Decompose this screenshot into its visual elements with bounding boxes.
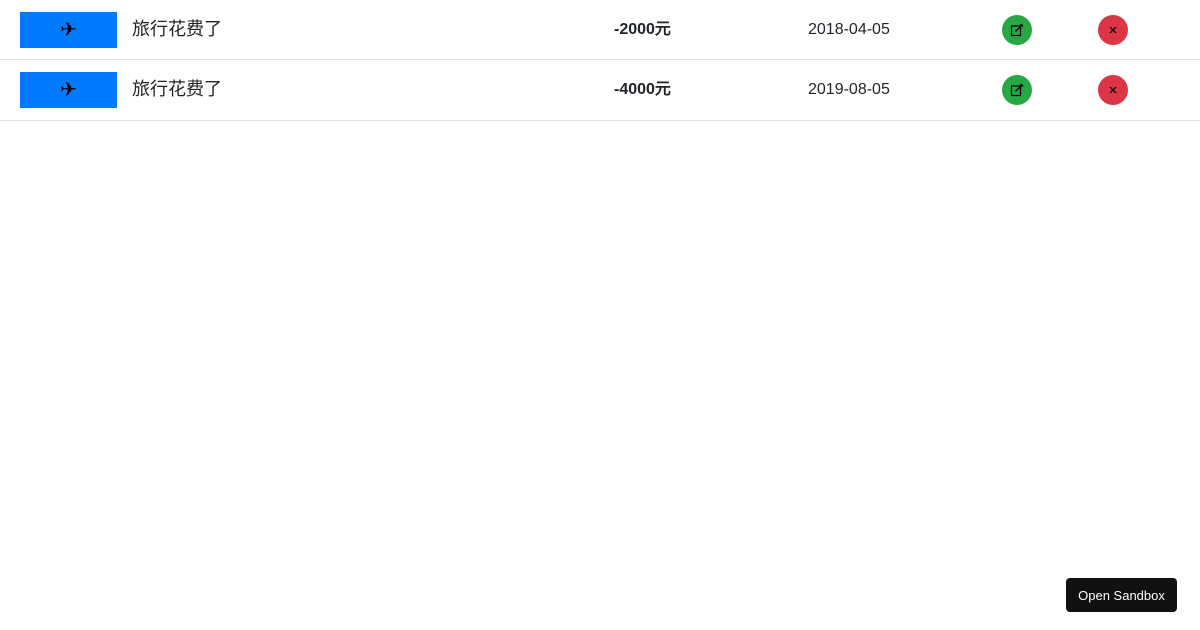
close-icon (1109, 26, 1117, 34)
close-icon (1109, 86, 1117, 94)
edit-icon (1010, 23, 1024, 37)
airplane-icon: ✈ (60, 19, 77, 41)
open-sandbox-button[interactable]: Open Sandbox (1066, 578, 1177, 612)
edit-button[interactable] (1002, 75, 1032, 105)
edit-icon (1010, 83, 1024, 97)
price-list: ✈ 旅行花费了 -2000元 2018-04-05 ✈ 旅行花费了 -4000元… (0, 0, 1200, 121)
item-title: 旅行花费了 (132, 19, 222, 40)
delete-button[interactable] (1098, 15, 1128, 45)
category-button[interactable]: ✈ (20, 12, 117, 48)
item-amount: -4000元 (614, 81, 671, 98)
category-button[interactable]: ✈ (20, 72, 117, 108)
item-title: 旅行花费了 (132, 79, 222, 100)
airplane-icon: ✈ (60, 79, 77, 101)
list-item: ✈ 旅行花费了 -4000元 2019-08-05 (0, 60, 1200, 121)
item-amount: -2000元 (614, 21, 671, 38)
item-date: 2018-04-05 (808, 21, 890, 38)
edit-button[interactable] (1002, 15, 1032, 45)
delete-button[interactable] (1098, 75, 1128, 105)
list-item: ✈ 旅行花费了 -2000元 2018-04-05 (0, 0, 1200, 60)
item-date: 2019-08-05 (808, 81, 890, 98)
